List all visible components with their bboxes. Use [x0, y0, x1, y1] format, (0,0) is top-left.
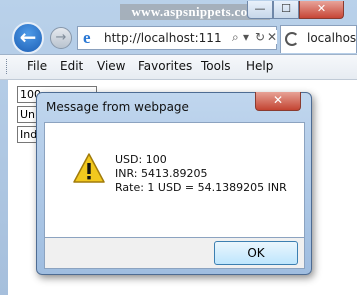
menu-file[interactable]: File: [27, 59, 47, 73]
dialog-footer: OK: [44, 238, 305, 269]
dialog-body: USD: 100 INR: 5413.89205 Rate: 1 USD = 5…: [44, 122, 305, 238]
warning-icon: [73, 153, 105, 183]
dialog-close-button[interactable]: ✕: [255, 92, 301, 111]
address-bar-actions: ⌕ ▾ ↻ ✕: [205, 26, 278, 50]
search-icon[interactable]: ⌕: [231, 30, 240, 45]
dropdown-icon[interactable]: ▾: [243, 30, 250, 44]
stop-icon[interactable]: ✕: [267, 30, 278, 44]
dialog-title: Message from webpage: [46, 100, 189, 114]
menu-view[interactable]: View: [97, 59, 125, 73]
alert-dialog: Message from webpage ✕ USD: 100 INR: 541…: [36, 92, 312, 275]
menu-edit[interactable]: Edit: [60, 59, 83, 73]
browser-window: www.aspsnippets.com — ☐ ✕ ← → e http://l…: [0, 0, 357, 295]
dialog-message: USD: 100 INR: 5413.89205 Rate: 1 USD = 5…: [115, 153, 287, 195]
refresh-icon[interactable]: ↻: [255, 30, 266, 44]
window-close-button[interactable]: ✕: [299, 1, 344, 19]
inr-line: INR: 5413.89205: [115, 167, 208, 180]
loading-icon: [285, 32, 299, 46]
back-button[interactable]: ←: [12, 22, 44, 54]
menu-tools[interactable]: Tools: [201, 59, 231, 73]
ok-button[interactable]: OK: [214, 241, 298, 265]
rate-line: Rate: 1 USD = 54.1389205 INR: [115, 181, 287, 194]
minimize-button[interactable]: —: [247, 1, 273, 19]
usd-line: USD: 100: [115, 153, 167, 166]
back-arrow-icon: ←: [19, 25, 37, 49]
forward-arrow-icon: →: [55, 30, 67, 45]
forward-button[interactable]: →: [50, 27, 72, 49]
address-url[interactable]: http://localhost:111: [104, 31, 222, 45]
menu-help[interactable]: Help: [246, 59, 273, 73]
tab-label: localhos: [307, 31, 357, 45]
ie-page-icon: e: [83, 28, 91, 47]
menu-favorites[interactable]: Favorites: [138, 59, 192, 73]
browser-tab[interactable]: localhos: [280, 25, 357, 53]
maximize-button[interactable]: ☐: [273, 1, 299, 19]
menu-bar: File Edit View Favorites Tools Help: [0, 54, 357, 80]
toolbar-grip: [6, 59, 10, 74]
